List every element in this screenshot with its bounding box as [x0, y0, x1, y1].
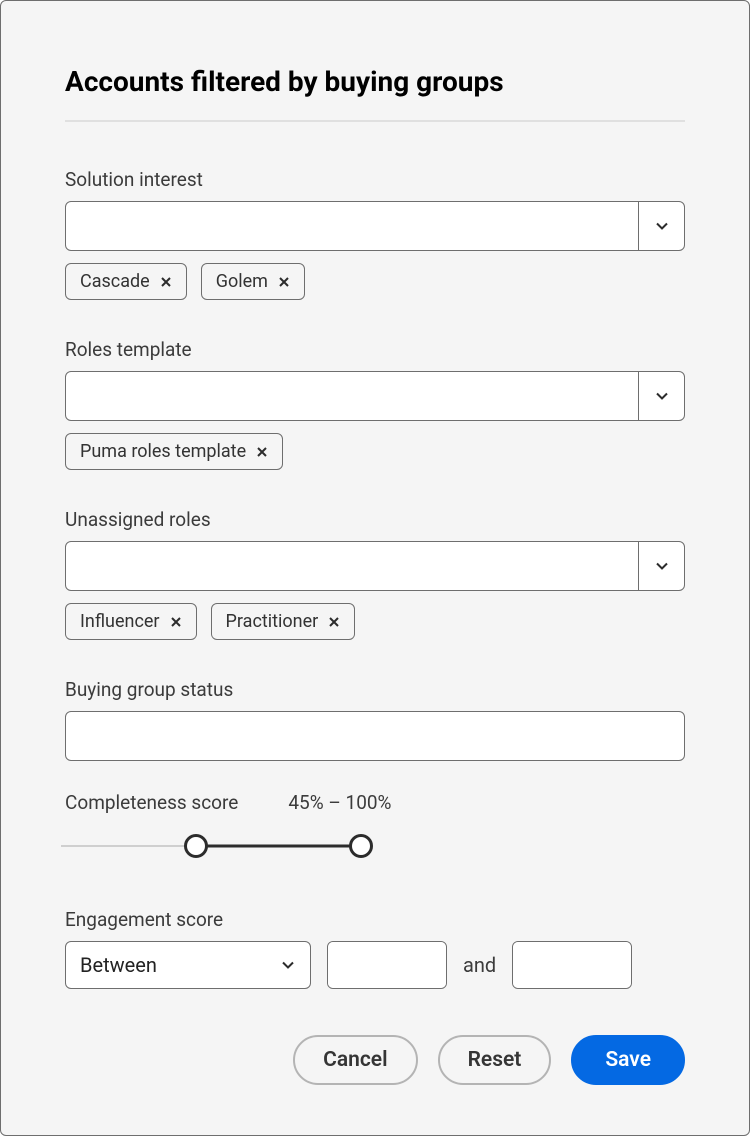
remove-tag-button[interactable]	[256, 446, 268, 458]
engagement-from-stepper[interactable]	[327, 941, 447, 989]
unassigned-roles-chevron-button[interactable]	[638, 542, 684, 590]
tag: Puma roles template	[65, 433, 283, 470]
unassigned-roles-tags: Influencer Practitioner	[65, 603, 685, 640]
solution-interest-field: Solution interest Cascade Golem	[65, 168, 685, 300]
solution-interest-input[interactable]	[66, 202, 638, 250]
tag-label: Golem	[216, 271, 268, 292]
remove-tag-button[interactable]	[328, 616, 340, 628]
cancel-button[interactable]: Cancel	[293, 1035, 417, 1085]
roles-template-chevron-button[interactable]	[638, 372, 684, 420]
remove-tag-button[interactable]	[160, 276, 172, 288]
buying-group-status-field: Buying group status	[65, 678, 685, 761]
close-icon	[256, 446, 268, 458]
tag-label: Practitioner	[226, 611, 319, 632]
roles-template-field: Roles template Puma roles template	[65, 338, 685, 470]
close-icon	[328, 616, 340, 628]
solution-interest-dropdown[interactable]	[65, 201, 685, 251]
tag: Practitioner	[211, 603, 356, 640]
completeness-score-value: 45% – 100%	[288, 791, 391, 814]
save-button[interactable]: Save	[571, 1035, 685, 1085]
engagement-score-label: Engagement score	[65, 908, 685, 931]
engagement-operator-select[interactable]: Between	[65, 941, 311, 989]
unassigned-roles-input[interactable]	[66, 542, 638, 590]
dialog-title: Accounts filtered by buying groups	[65, 65, 685, 98]
roles-template-label: Roles template	[65, 338, 685, 361]
divider	[65, 120, 685, 122]
completeness-score-field: Completeness score 45% – 100%	[65, 791, 685, 858]
completeness-score-slider[interactable]	[61, 834, 361, 858]
roles-template-dropdown[interactable]	[65, 371, 685, 421]
tag: Golem	[201, 263, 305, 300]
chevron-down-icon	[654, 558, 670, 574]
unassigned-roles-label: Unassigned roles	[65, 508, 685, 531]
chevron-down-icon	[280, 957, 296, 973]
roles-template-input[interactable]	[66, 372, 638, 420]
engagement-from-input[interactable]	[328, 942, 447, 988]
engagement-operator-value: Between	[80, 953, 157, 977]
dialog-actions: Cancel Reset Save	[293, 1035, 685, 1085]
tag: Influencer	[65, 603, 197, 640]
completeness-score-label: Completeness score	[65, 791, 238, 814]
tag-label: Cascade	[80, 271, 150, 292]
chevron-down-icon	[654, 218, 670, 234]
close-icon	[278, 276, 290, 288]
solution-interest-chevron-button[interactable]	[638, 202, 684, 250]
buying-group-status-input[interactable]	[65, 711, 685, 761]
slider-thumb-max[interactable]	[349, 834, 373, 858]
close-icon	[160, 276, 172, 288]
close-icon	[170, 616, 182, 628]
remove-tag-button[interactable]	[170, 616, 182, 628]
tag-label: Puma roles template	[80, 441, 246, 462]
engagement-score-field: Engagement score Between and	[65, 908, 685, 989]
roles-template-tags: Puma roles template	[65, 433, 685, 470]
remove-tag-button[interactable]	[278, 276, 290, 288]
unassigned-roles-dropdown[interactable]	[65, 541, 685, 591]
solution-interest-tags: Cascade Golem	[65, 263, 685, 300]
tag-label: Influencer	[80, 611, 160, 632]
buying-group-status-label: Buying group status	[65, 678, 685, 701]
reset-button[interactable]: Reset	[438, 1035, 552, 1085]
slider-thumb-min[interactable]	[184, 834, 208, 858]
solution-interest-label: Solution interest	[65, 168, 685, 191]
filter-dialog: Accounts filtered by buying groups Solut…	[0, 0, 750, 1136]
unassigned-roles-field: Unassigned roles Influencer Practitioner	[65, 508, 685, 640]
engagement-and-text: and	[463, 953, 496, 977]
engagement-to-stepper[interactable]	[512, 941, 632, 989]
chevron-down-icon	[654, 388, 670, 404]
tag: Cascade	[65, 263, 187, 300]
engagement-to-input[interactable]	[513, 942, 632, 988]
slider-track-active	[196, 845, 361, 848]
